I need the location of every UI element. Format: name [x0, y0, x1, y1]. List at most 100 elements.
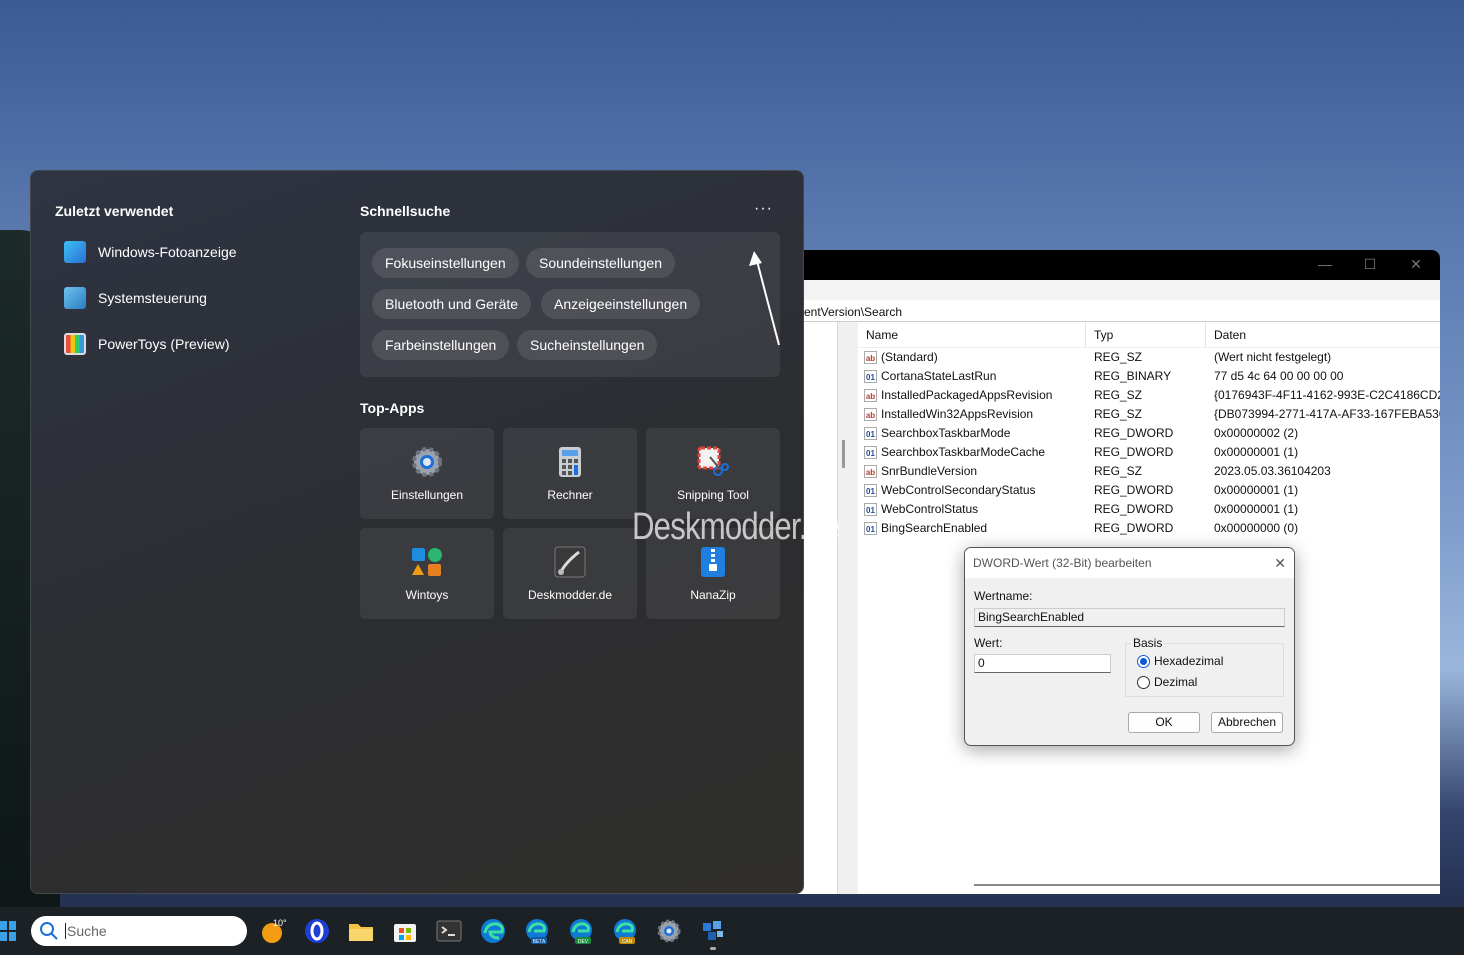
basis-label: Basis	[1131, 636, 1165, 650]
settings-gear-icon[interactable]	[655, 917, 683, 945]
column-header-name[interactable]: Name	[858, 322, 1086, 347]
chip-bluetooth-devices[interactable]: Bluetooth und Geräte	[372, 289, 532, 319]
search-icon	[40, 922, 58, 940]
app-tile-label: Deskmodder.de	[527, 588, 613, 602]
dialog-titlebar: DWORD-Wert (32-Bit) bearbeiten ✕	[965, 548, 1294, 578]
app-tile-snipping-tool[interactable]: Snipping Tool	[646, 428, 780, 519]
chip-sound-settings[interactable]: Soundeinstellungen	[526, 248, 675, 278]
recent-item-label: PowerToys (Preview)	[98, 336, 230, 352]
recent-item-label: Systemsteuerung	[98, 290, 207, 306]
value-name-text: InstalledWin32AppsRevision	[881, 407, 1034, 421]
horizontal-scrollbar[interactable]	[974, 884, 1440, 886]
app-tile-deskmodder[interactable]: Deskmodder.de	[503, 528, 637, 619]
edge-beta-badge: BETA	[533, 939, 546, 945]
file-explorer-icon[interactable]	[347, 917, 375, 945]
weather-icon[interactable]: 10°	[260, 917, 288, 945]
column-header-data[interactable]: Daten	[1206, 322, 1440, 347]
chip-display-settings[interactable]: Anzeigeeinstellungen	[541, 289, 701, 319]
registry-value-row[interactable]: ab SnrBundleVersion REG_SZ 2023.05.03.36104…	[858, 462, 1440, 481]
edge-canary-icon[interactable]: CAN	[611, 917, 639, 945]
string-value-icon: ab	[864, 465, 877, 478]
maximize-icon[interactable]: ☐	[1360, 256, 1380, 273]
registry-value-row[interactable]: 01 CortanaStateLastRun REG_BINARY 77 d5 4c …	[858, 367, 1440, 386]
radio-decimal[interactable]: Dezimal	[1137, 675, 1197, 689]
value-type-cell: REG_BINARY	[1094, 369, 1172, 383]
close-icon[interactable]: ✕	[1406, 256, 1426, 273]
edge-beta-icon[interactable]: BETA	[523, 917, 551, 945]
recent-item-control-panel[interactable]: Systemsteuerung	[64, 287, 207, 309]
terminal-icon[interactable]	[435, 917, 463, 945]
dialog-close-icon[interactable]: ✕	[1274, 548, 1286, 578]
registry-address-bar[interactable]: entVersion\Search	[760, 302, 1440, 322]
binary-value-icon: 01	[864, 370, 877, 383]
value-name-text: SearchboxTaskbarModeCache	[881, 445, 1046, 459]
binary-value-icon: 01	[864, 503, 877, 516]
column-header-type[interactable]: Typ	[1086, 322, 1206, 347]
minimize-icon[interactable]: —	[1315, 256, 1335, 272]
recent-item-label: Windows-Fotoanzeige	[98, 244, 237, 260]
registry-value-row[interactable]: 01 WebControlSecondaryStatus REG_DWORD 0x00…	[858, 481, 1440, 500]
value-type-cell: REG_SZ	[1094, 350, 1143, 364]
app-tile-wintoys[interactable]: Wintoys	[360, 528, 494, 619]
value-type-cell: REG_DWORD	[1094, 521, 1174, 535]
registry-value-row[interactable]: 01 BingSearchEnabled REG_DWORD 0x00000000 (…	[858, 519, 1440, 538]
registry-titlebar: — ☐ ✕	[760, 250, 1440, 280]
registry-value-row[interactable]: ab (Standard) REG_SZ (Wert nicht festgelegt…	[858, 348, 1440, 367]
app-tile-label: Wintoys	[405, 588, 449, 602]
value-data-cell: 0x00000001 (1)	[1214, 483, 1299, 497]
app-tile-label: Rechner	[547, 488, 593, 502]
value-name-cell: 01 SearchboxTaskbarMode	[858, 424, 1086, 443]
app-tile-label: Snipping Tool	[677, 488, 749, 502]
radio-dec-dot[interactable]	[1137, 675, 1150, 689]
regedit-icon[interactable]	[699, 917, 727, 945]
start-button-icon[interactable]	[0, 921, 16, 941]
dword-edit-dialog: DWORD-Wert (32-Bit) bearbeiten ✕ Wertnam…	[964, 547, 1295, 746]
registry-value-row[interactable]: ab InstalledWin32AppsRevision REG_SZ {DB073…	[858, 405, 1440, 424]
chip-focus-settings[interactable]: Fokuseinstellungen	[372, 248, 519, 278]
chip-color-settings[interactable]: Farbeinstellungen	[372, 330, 510, 360]
radio-hex-dot[interactable]	[1137, 654, 1150, 668]
more-options-icon[interactable]: ···	[754, 200, 773, 218]
app-tile-settings[interactable]: Einstellungen	[360, 428, 494, 519]
recent-item-photos[interactable]: Windows-Fotoanzeige	[64, 241, 237, 263]
string-value-icon: ab	[864, 408, 877, 421]
radio-dec-label: Dezimal	[1154, 675, 1198, 689]
edge-dev-icon[interactable]: DEV	[567, 917, 595, 945]
value-name-cell: ab (Standard)	[858, 348, 1086, 367]
opera-icon[interactable]	[303, 917, 331, 945]
value-name-text: (Standard)	[881, 350, 938, 364]
value-data-input[interactable]: 0	[974, 654, 1111, 673]
value-name-cell: 01 BingSearchEnabled	[858, 519, 1086, 538]
tree-scroll-thumb[interactable]	[842, 440, 845, 468]
value-name-text: CortanaStateLastRun	[881, 369, 997, 383]
cancel-button[interactable]: Abbrechen	[1211, 712, 1283, 733]
string-value-icon: ab	[864, 389, 877, 402]
registry-value-row[interactable]: 01 SearchboxTaskbarModeCache REG_DWORD 0x00…	[858, 443, 1440, 462]
edge-icon[interactable]	[479, 917, 507, 945]
value-name-text: WebControlStatus	[881, 502, 979, 516]
registry-value-row[interactable]: 01 WebControlStatus REG_DWORD 0x00000001 (1…	[858, 500, 1440, 519]
store-icon[interactable]	[391, 917, 419, 945]
ok-button[interactable]: OK	[1128, 712, 1200, 733]
value-name-cell: ab InstalledWin32AppsRevision	[858, 405, 1086, 424]
recent-title: Zuletzt verwendet	[55, 203, 174, 219]
value-name-cell: ab SnrBundleVersion	[858, 462, 1086, 481]
registry-value-row[interactable]: ab InstalledPackagedAppsRevision REG_SZ {01…	[858, 386, 1440, 405]
registry-value-row[interactable]: 01 SearchboxTaskbarMode REG_DWORD 0x0000000…	[858, 424, 1440, 443]
value-type-cell: REG_SZ	[1094, 407, 1143, 421]
value-data-cell: 0x00000001 (1)	[1214, 445, 1299, 459]
app-tile-calculator[interactable]: Rechner	[503, 428, 637, 519]
radio-hexadecimal[interactable]: Hexadezimal	[1137, 654, 1223, 668]
value-name-text: WebControlSecondaryStatus	[881, 483, 1036, 497]
value-type-cell: REG_DWORD	[1094, 426, 1174, 440]
snipping-tool-icon	[697, 446, 729, 476]
value-name-field: BingSearchEnabled	[974, 608, 1285, 627]
app-tile-nanazip[interactable]: NanaZip	[646, 528, 780, 619]
active-app-indicator	[710, 947, 716, 950]
taskbar-search-box[interactable]: Suche	[31, 916, 247, 946]
app-tile-label: NanaZip	[690, 588, 736, 602]
tree-scrollbar[interactable]	[838, 322, 858, 894]
chip-search-settings[interactable]: Sucheinstellungen	[517, 330, 658, 360]
recent-item-powertoys[interactable]: PowerToys (Preview)	[64, 333, 229, 355]
value-data-cell: (Wert nicht festgelegt)	[1214, 350, 1332, 364]
